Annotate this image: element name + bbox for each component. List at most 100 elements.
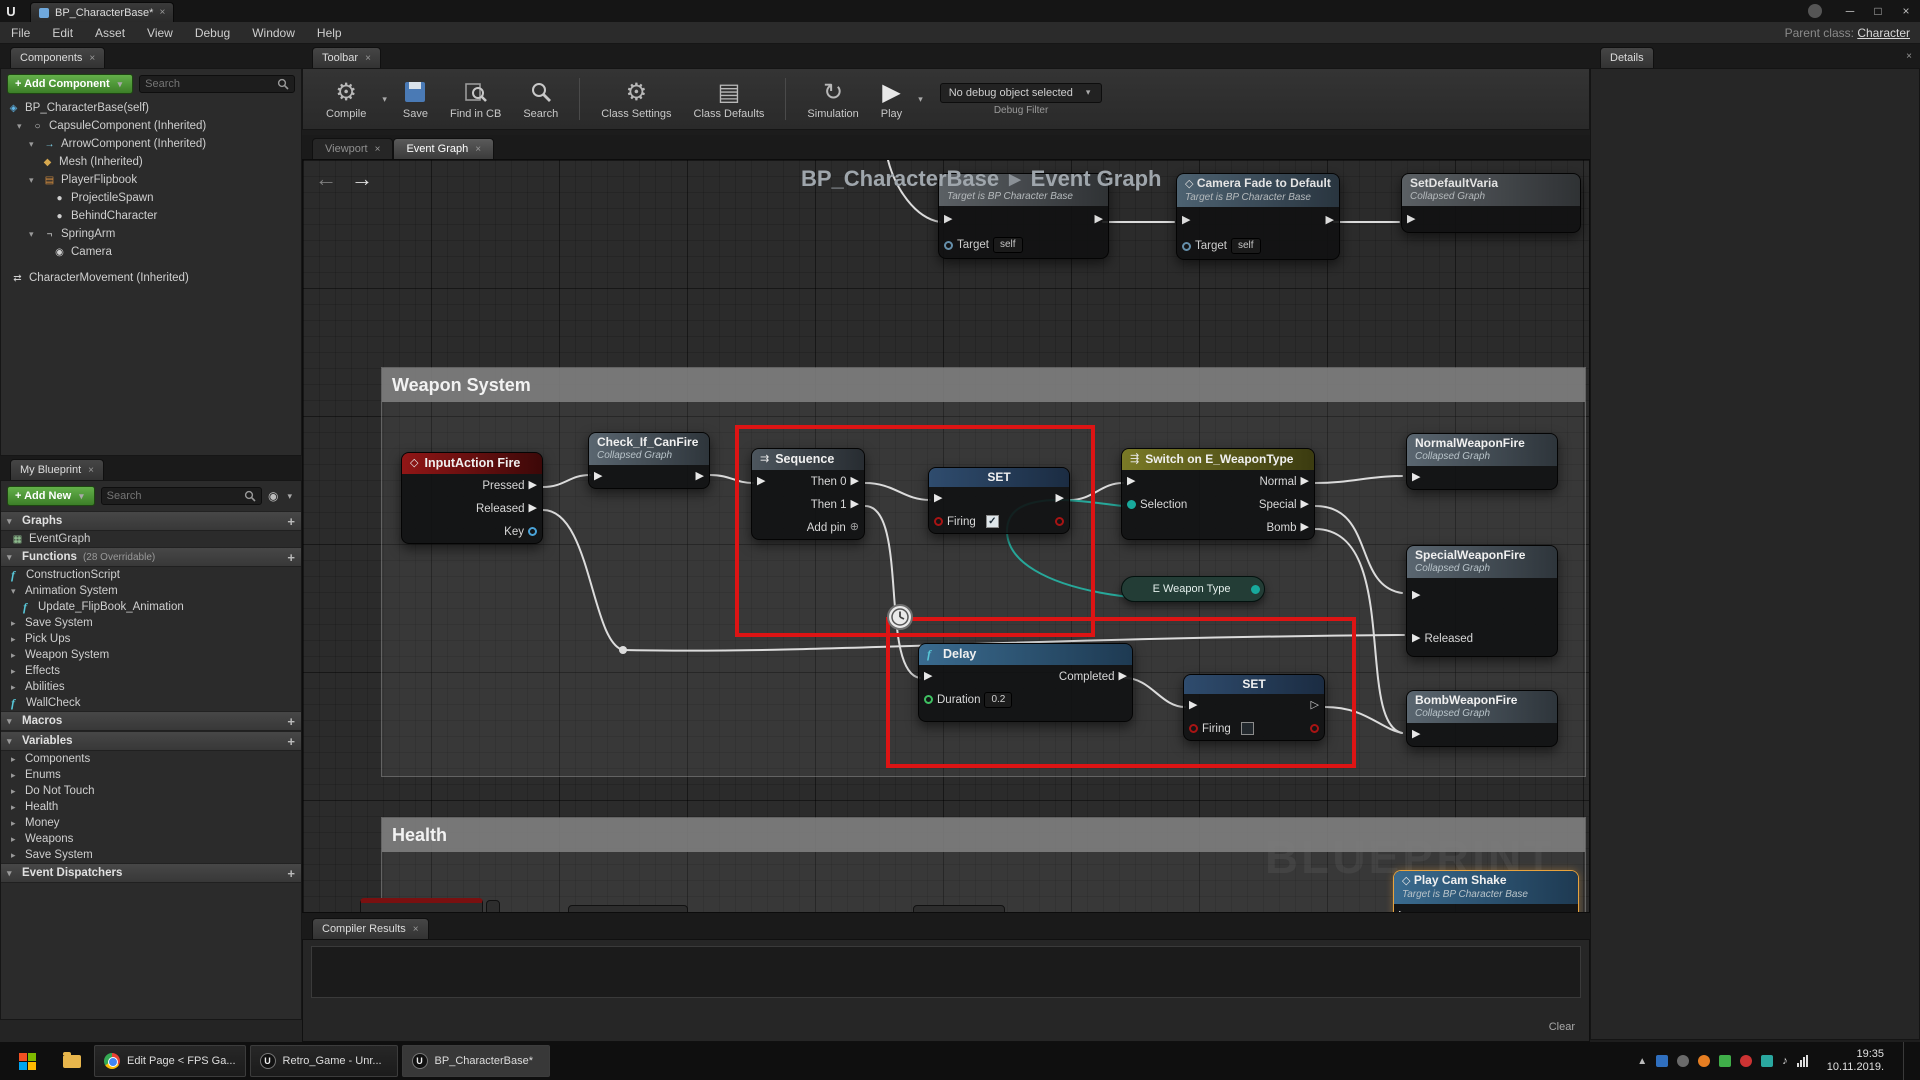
- exec-in-pin[interactable]: ▶: [934, 493, 942, 504]
- tab-viewport[interactable]: Viewport ×: [312, 138, 393, 159]
- add-new-button[interactable]: + Add New ▾: [7, 486, 95, 506]
- tray-shield-icon[interactable]: [1719, 1055, 1731, 1067]
- exec-out-pin[interactable]: ▶: [1056, 493, 1064, 504]
- close-tab-icon[interactable]: ×: [88, 465, 94, 476]
- target-pin[interactable]: [1182, 242, 1191, 251]
- target-value-box[interactable]: self: [993, 237, 1023, 253]
- expander-icon[interactable]: ▸: [11, 682, 20, 693]
- exec-out-pin[interactable]: ▶: [851, 499, 859, 510]
- node-bomb-weapon-fire[interactable]: BombWeaponFire Collapsed Graph ▶: [1406, 690, 1558, 747]
- close-tab-icon[interactable]: ×: [365, 53, 371, 64]
- node-switch-weapontype[interactable]: ⇶ Switch on E_WeaponType ▶ Normal ▶ Sele…: [1121, 448, 1315, 540]
- chevron-down-icon[interactable]: ▾: [284, 491, 295, 502]
- minimize-button[interactable]: ─: [1836, 0, 1864, 22]
- node-get-eweapontype[interactable]: E Weapon Type: [1121, 576, 1265, 602]
- section-graphs[interactable]: ▾ Graphs +: [1, 511, 301, 531]
- parent-class-link[interactable]: Character: [1857, 26, 1910, 40]
- exec-out-pin[interactable]: ▶: [1301, 499, 1309, 510]
- exec-out-pin[interactable]: ▶: [529, 503, 537, 514]
- exec-in-pin[interactable]: ▶: [944, 214, 952, 225]
- taskbar-app-browser[interactable]: Edit Page < FPS Ga...: [94, 1045, 246, 1077]
- exec-in-pin[interactable]: ▶: [924, 671, 932, 682]
- component-row[interactable]: ◆ Mesh (Inherited): [1, 153, 301, 171]
- close-panel-icon[interactable]: ×: [1906, 51, 1912, 62]
- category-item[interactable]: ▸ Effects: [1, 663, 301, 679]
- expander-icon[interactable]: ▾: [29, 229, 38, 240]
- node-delay[interactable]: f Delay ▶ Completed ▶ Duration 0.2: [918, 643, 1133, 722]
- node-camera-fade[interactable]: ◇ Camera Fade to Default Target is BP Ch…: [1176, 173, 1340, 260]
- find-in-cb-button[interactable]: Find in CB: [441, 77, 510, 122]
- expander-icon[interactable]: ▸: [11, 770, 20, 781]
- exec-out-pin[interactable]: ▶: [1301, 476, 1309, 487]
- target-pin[interactable]: [944, 241, 953, 250]
- expander-icon[interactable]: ▾: [29, 175, 38, 186]
- tab-details[interactable]: Details: [1600, 47, 1654, 68]
- exec-in-pin[interactable]: ▶: [1412, 729, 1420, 740]
- node-inputaction-fire[interactable]: ◇ InputAction Fire Pressed ▶ Released ▶ …: [401, 452, 543, 544]
- exec-out-pin[interactable]: ▶: [851, 476, 859, 487]
- expander-icon[interactable]: ▸: [11, 818, 20, 829]
- feedback-icon[interactable]: [1808, 4, 1822, 18]
- expander-icon[interactable]: ▾: [11, 586, 20, 597]
- menu-file[interactable]: File: [0, 26, 41, 40]
- exec-out-pin[interactable]: ▶: [696, 471, 704, 482]
- tab-my-blueprint[interactable]: My Blueprint ×: [10, 459, 104, 480]
- network-icon[interactable]: [1797, 1055, 1808, 1067]
- expander-icon[interactable]: ▾: [29, 139, 38, 150]
- my-blueprint-search[interactable]: [101, 487, 262, 505]
- category-item[interactable]: ▸ Pick Ups: [1, 631, 301, 647]
- class-defaults-button[interactable]: ▤ Class Defaults: [685, 77, 774, 122]
- variable-category[interactable]: ▸ Weapons: [1, 831, 301, 847]
- tray-app-icon[interactable]: [1677, 1055, 1689, 1067]
- expander-icon[interactable]: ▸: [11, 802, 20, 813]
- exec-out-pin[interactable]: ▶: [529, 480, 537, 491]
- menu-window[interactable]: Window: [241, 26, 306, 40]
- section-functions[interactable]: ▾ Functions (28 Overridable) +: [1, 547, 301, 567]
- components-search[interactable]: [139, 75, 295, 93]
- expander-icon[interactable]: ▸: [11, 834, 20, 845]
- firing-checkbox-unchecked[interactable]: [1241, 722, 1254, 735]
- node-set-firing-true[interactable]: SET ▶ ▶ Firing: [928, 467, 1070, 534]
- tray-app-icon[interactable]: [1656, 1055, 1668, 1067]
- key-pin[interactable]: [528, 527, 537, 536]
- my-blueprint-search-input[interactable]: [107, 490, 244, 502]
- close-tab-icon[interactable]: ×: [475, 144, 481, 155]
- chevron-down-icon[interactable]: ▾: [915, 94, 926, 105]
- expander-icon[interactable]: ▸: [11, 618, 20, 629]
- expander-icon[interactable]: ▸: [11, 666, 20, 677]
- variable-category[interactable]: ▸ Health: [1, 799, 301, 815]
- expander-icon[interactable]: ▸: [11, 754, 20, 765]
- clear-button[interactable]: Clear: [1549, 1021, 1575, 1033]
- menu-view[interactable]: View: [136, 26, 184, 40]
- variable-category[interactable]: ▸ Enums: [1, 767, 301, 783]
- section-variables[interactable]: ▾ Variables +: [1, 731, 301, 751]
- show-desktop-button[interactable]: [1903, 1042, 1910, 1080]
- function-item[interactable]: f ConstructionScript: [1, 567, 301, 583]
- close-button[interactable]: ×: [1892, 0, 1920, 22]
- exec-out-pin[interactable]: ▶: [1326, 215, 1334, 226]
- graph-item-eventgraph[interactable]: ▦ EventGraph: [1, 531, 301, 547]
- variable-category[interactable]: ▸ Money: [1, 815, 301, 831]
- function-item[interactable]: f WallCheck: [1, 695, 301, 711]
- taskbar-app-unreal-project[interactable]: U Retro_Game - Unr...: [250, 1045, 398, 1077]
- section-macros[interactable]: ▾ Macros +: [1, 711, 301, 731]
- add-graph-icon[interactable]: +: [287, 514, 295, 529]
- exec-in-pin[interactable]: ▶: [757, 476, 765, 487]
- exec-in-pin[interactable]: ▶: [1412, 472, 1420, 483]
- visibility-icon[interactable]: ◉: [268, 489, 278, 503]
- node-sequence[interactable]: ⇉ Sequence ▶ Then 0 ▶ Then 1 ▶ Add pin ⊕: [751, 448, 865, 540]
- firing-checkbox-checked[interactable]: [986, 515, 999, 528]
- event-graph-canvas[interactable]: ← → BP_CharacterBase ▶ Event Graph BLUEP…: [302, 159, 1590, 913]
- play-button[interactable]: ▶ Play: [872, 77, 911, 122]
- component-row[interactable]: ▾ ○ CapsuleComponent (Inherited): [1, 117, 301, 135]
- add-variable-icon[interactable]: +: [287, 734, 295, 749]
- component-row[interactable]: ▾ → ArrowComponent (Inherited): [1, 135, 301, 153]
- variable-category[interactable]: ▸ Save System: [1, 847, 301, 863]
- search-button[interactable]: Search: [514, 77, 567, 122]
- expander-icon[interactable]: ▸: [11, 650, 20, 661]
- node-special-weapon-fire[interactable]: SpecialWeaponFire Collapsed Graph ▶ ▶ Re…: [1406, 545, 1558, 657]
- category-item[interactable]: ▸ Abilities: [1, 679, 301, 695]
- enum-out-pin[interactable]: [1251, 585, 1260, 594]
- menu-edit[interactable]: Edit: [41, 26, 84, 40]
- maximize-button[interactable]: □: [1864, 0, 1892, 22]
